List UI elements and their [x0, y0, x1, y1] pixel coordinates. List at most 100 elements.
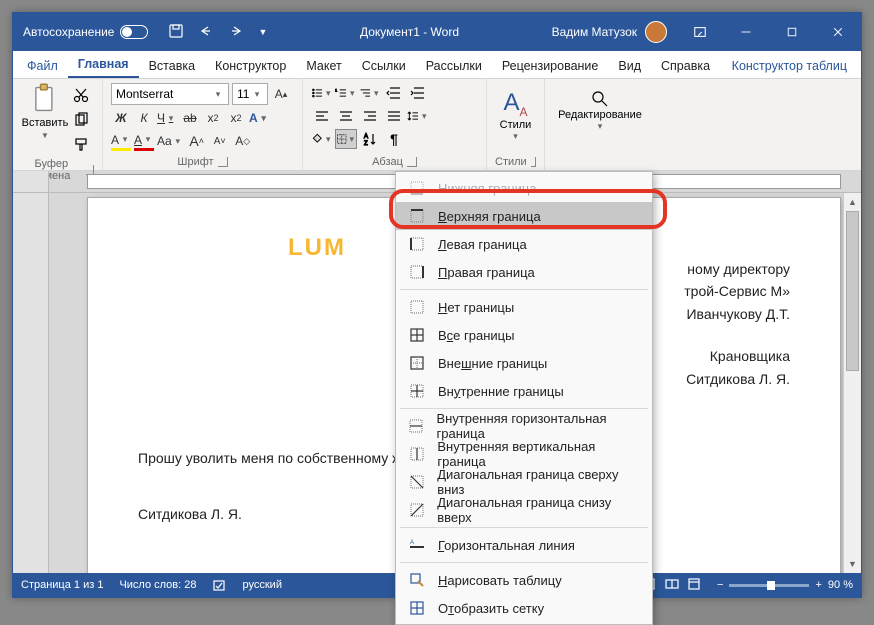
- format-painter-icon[interactable]: [73, 137, 89, 156]
- clear-format-icon[interactable]: A◇: [233, 131, 253, 151]
- tab-layout[interactable]: Макет: [296, 54, 351, 78]
- scroll-up-icon[interactable]: ▲: [844, 193, 861, 211]
- menu-inside-v-border[interactable]: Внутренняя вертикальная граница: [396, 440, 652, 468]
- tab-mailings[interactable]: Рассылки: [416, 54, 492, 78]
- superscript-button[interactable]: x2: [226, 108, 246, 128]
- status-spellcheck-icon[interactable]: [213, 578, 227, 592]
- tab-design[interactable]: Конструктор: [205, 54, 296, 78]
- styles-launcher-icon[interactable]: [531, 157, 536, 167]
- paste-button[interactable]: Вставить ▼: [21, 83, 69, 140]
- zoom-out-button[interactable]: −: [717, 579, 723, 591]
- italic-button[interactable]: К: [134, 108, 154, 128]
- subscript-button[interactable]: x2: [203, 108, 223, 128]
- menu-diag-down-border[interactable]: Диагональная граница сверху вниз: [396, 468, 652, 496]
- qat-dropdown-icon[interactable]: ▼: [258, 27, 267, 37]
- styles-dropdown-icon[interactable]: ▾: [510, 131, 522, 142]
- numbering-icon[interactable]: 1▾: [335, 83, 357, 103]
- shrink-font-icon[interactable]: A˅: [210, 131, 230, 151]
- menu-view-gridlines[interactable]: Отобразить сетку: [396, 594, 652, 622]
- group-font: Montserrat▾ 11▾ A▴ Ж К Ч▾ ab x2 x2 A▾ A▾: [103, 79, 303, 170]
- menu-draw-table[interactable]: Нарисовать таблицу: [396, 566, 652, 594]
- menu-top-border[interactable]: Верхняя граница: [396, 202, 652, 230]
- menu-no-border[interactable]: Нет границы: [396, 293, 652, 321]
- copy-icon[interactable]: [73, 112, 89, 131]
- align-right-icon[interactable]: [359, 106, 381, 126]
- align-center-icon[interactable]: [335, 106, 357, 126]
- align-left-icon[interactable]: [311, 106, 333, 126]
- show-marks-icon[interactable]: ¶: [383, 129, 405, 149]
- grow-font-icon[interactable]: A▴: [271, 84, 291, 104]
- menu-left-border[interactable]: Левая граница: [396, 230, 652, 258]
- status-words[interactable]: Число слов: 28: [119, 579, 196, 591]
- tab-view[interactable]: Вид: [608, 54, 651, 78]
- scroll-down-icon[interactable]: ▼: [844, 555, 861, 573]
- redo-icon[interactable]: [228, 23, 244, 42]
- status-page[interactable]: Страница 1 из 1: [21, 579, 103, 591]
- find-icon[interactable]: [590, 89, 610, 109]
- user-account[interactable]: Вадим Матузок: [542, 21, 677, 43]
- editing-button-label: Редактирование: [558, 109, 642, 121]
- bullets-icon[interactable]: ▾: [311, 83, 333, 103]
- change-case-icon[interactable]: Aa▾: [157, 131, 184, 151]
- tab-references[interactable]: Ссылки: [352, 54, 416, 78]
- text-effects-icon[interactable]: A▾: [249, 108, 270, 128]
- ribbon: Вставить ▼ Буфер обмена Montserrat▾ 11▾ …: [13, 79, 861, 171]
- zoom-value[interactable]: 90 %: [828, 579, 853, 591]
- menu-diag-up-border[interactable]: Диагональная граница снизу вверх: [396, 496, 652, 524]
- shading-icon[interactable]: ▾: [311, 129, 333, 149]
- tab-file[interactable]: Файл: [17, 54, 68, 78]
- horizontal-line-icon: A: [408, 536, 426, 554]
- tab-table-design[interactable]: Конструктор таблиц: [722, 54, 857, 78]
- underline-button[interactable]: Ч▾: [157, 108, 177, 128]
- view-read-icon[interactable]: [665, 577, 679, 594]
- ruler-vertical[interactable]: [13, 193, 49, 573]
- decrease-indent-icon[interactable]: [383, 83, 405, 103]
- menu-inside-borders[interactable]: Внутренние границы: [396, 377, 652, 405]
- font-color-icon[interactable]: A▾: [134, 131, 154, 151]
- increase-indent-icon[interactable]: [407, 83, 429, 103]
- borders-button[interactable]: ▾: [335, 129, 357, 149]
- styles-gallery-icon[interactable]: AА: [503, 83, 527, 119]
- justify-icon[interactable]: [383, 106, 405, 126]
- close-button[interactable]: [815, 13, 861, 51]
- scrollbar-vertical[interactable]: ▲ ▼: [843, 193, 861, 573]
- sort-icon[interactable]: AZ: [359, 129, 381, 149]
- paragraph-launcher-icon[interactable]: [407, 157, 417, 167]
- tab-review[interactable]: Рецензирование: [492, 54, 609, 78]
- tab-help[interactable]: Справка: [651, 54, 720, 78]
- cut-icon[interactable]: [73, 87, 89, 106]
- menu-bottom-border[interactable]: Нижняя граница: [396, 174, 652, 202]
- font-size-combo[interactable]: 11▾: [232, 83, 268, 105]
- minimize-button[interactable]: [723, 13, 769, 51]
- highlight-icon[interactable]: A▾: [111, 131, 131, 151]
- menu-all-borders[interactable]: Все границы: [396, 321, 652, 349]
- zoom-in-button[interactable]: +: [815, 579, 821, 591]
- tab-insert[interactable]: Вставка: [139, 54, 205, 78]
- save-icon[interactable]: [168, 23, 184, 42]
- line-spacing-icon[interactable]: ▾: [407, 106, 429, 126]
- menu-inside-h-border[interactable]: Внутренняя горизонтальная граница: [396, 412, 652, 440]
- autosave-toggle[interactable]: Автосохранение: [13, 25, 158, 39]
- word-window: Автосохранение ▼ Документ1 - Word Вадим …: [12, 12, 862, 598]
- font-launcher-icon[interactable]: [218, 157, 228, 167]
- window-controls: [677, 13, 861, 51]
- tab-home[interactable]: Главная: [68, 52, 139, 78]
- editing-dropdown-icon[interactable]: ▾: [594, 121, 606, 132]
- zoom-slider[interactable]: [729, 584, 809, 587]
- menu-horizontal-line[interactable]: A Горизонтальная линия: [396, 531, 652, 559]
- strike-button[interactable]: ab: [180, 108, 200, 128]
- grow-font2-icon[interactable]: A˄: [187, 131, 207, 151]
- view-web-icon[interactable]: [687, 577, 701, 594]
- paste-label: Вставить: [22, 117, 69, 129]
- undo-icon[interactable]: [198, 23, 214, 42]
- menu-right-border[interactable]: Правая граница: [396, 258, 652, 286]
- multilevel-icon[interactable]: ▾: [359, 83, 381, 103]
- bold-button[interactable]: Ж: [111, 108, 131, 128]
- font-name-combo[interactable]: Montserrat▾: [111, 83, 229, 105]
- menu-outside-borders[interactable]: Внешние границы: [396, 349, 652, 377]
- maximize-button[interactable]: [769, 13, 815, 51]
- status-language[interactable]: русский: [243, 579, 282, 591]
- group-styles: AА Стили ▾ Стили: [487, 79, 545, 170]
- ribbon-options-icon[interactable]: [677, 13, 723, 51]
- scroll-thumb[interactable]: [846, 211, 859, 371]
